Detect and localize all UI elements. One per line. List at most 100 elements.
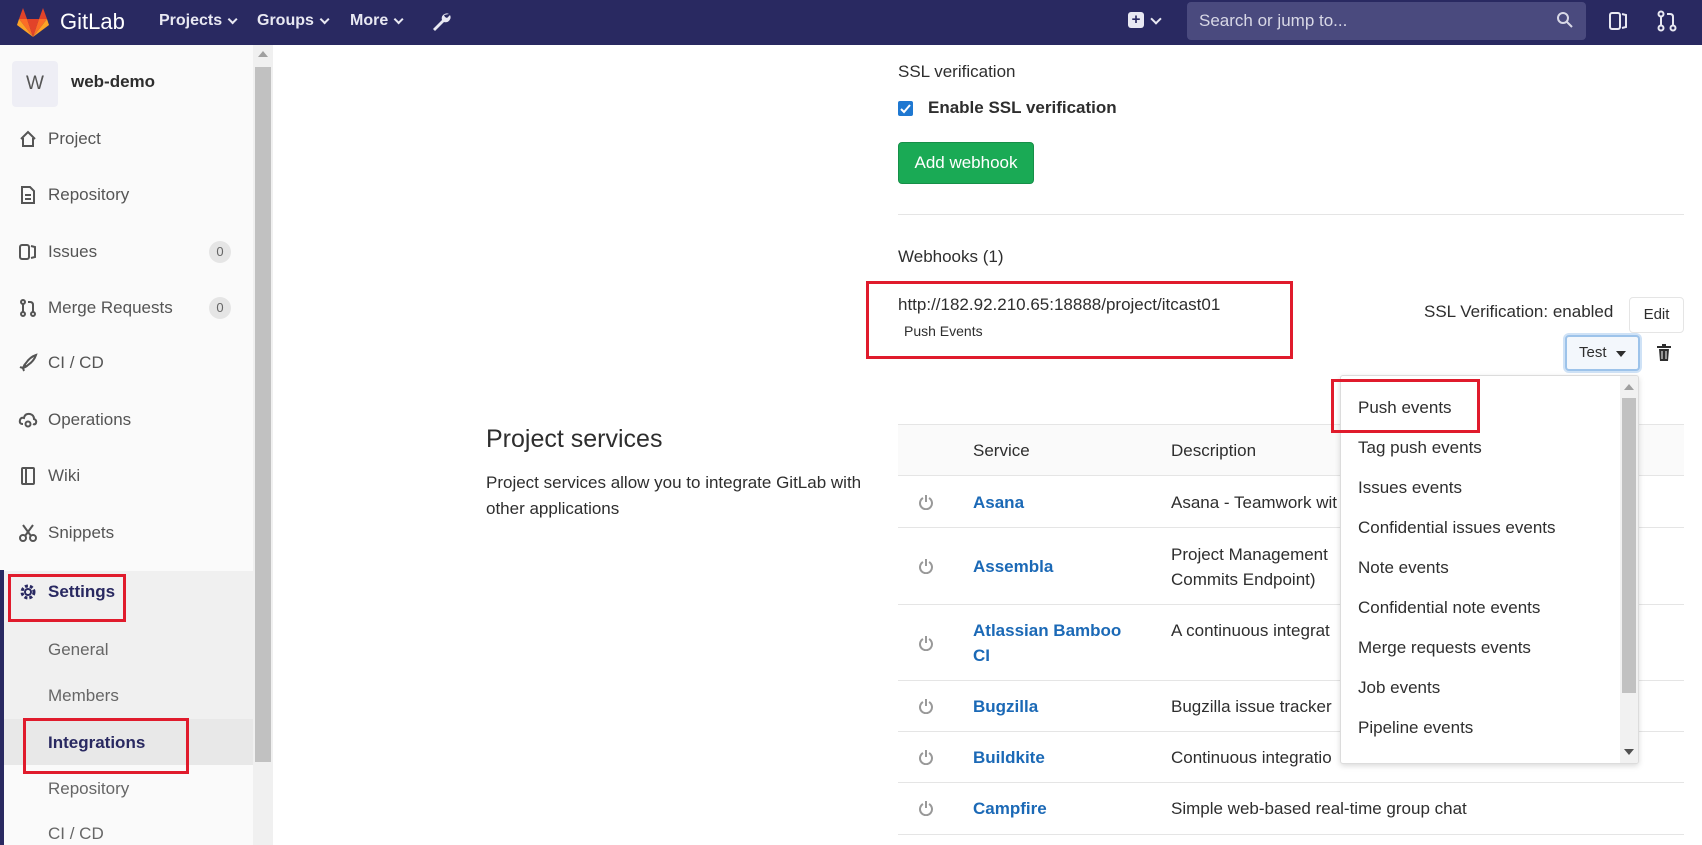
- ssl-heading: SSL verification: [898, 62, 1016, 81]
- sidebar-scrollbar[interactable]: [253, 45, 273, 845]
- book-icon: [21, 467, 35, 485]
- sidebar-sub-general[interactable]: General: [48, 640, 108, 660]
- scroll-up-arrow-icon[interactable]: [258, 51, 268, 57]
- sidebar-item-label: CI / CD: [48, 353, 104, 372]
- service-name-link[interactable]: Campfire: [973, 796, 1133, 821]
- project-sidebar: W web-demo Project Repository Issues 0 M…: [0, 45, 273, 845]
- sidebar-item-label: Wiki: [48, 466, 81, 485]
- issues-icon: [19, 244, 36, 260]
- power-icon: [919, 636, 933, 651]
- sidebar-item-label: Operations: [48, 410, 132, 429]
- chevron-down-icon: [393, 14, 404, 25]
- sidebar-item-ci-cd[interactable]: CI / CD: [0, 339, 253, 387]
- sidebar-item-label: Project: [48, 129, 101, 148]
- sidebar-item-project[interactable]: Project: [0, 115, 253, 163]
- trash-icon[interactable]: [1656, 344, 1672, 362]
- merge-request-icon: [20, 299, 36, 317]
- dropdown-item-issues-events[interactable]: Issues events: [1358, 478, 1462, 498]
- service-description: Project Management Commits Endpoint): [1171, 545, 1328, 589]
- caret-down-icon: [1616, 351, 1626, 357]
- column-header-service: Service: [973, 441, 1030, 460]
- service-name-link[interactable]: Assembla: [973, 554, 1133, 579]
- gitlab-logo-icon[interactable]: [16, 6, 50, 38]
- wrench-icon[interactable]: [429, 10, 453, 34]
- merge-request-icon[interactable]: [1656, 10, 1678, 32]
- service-name-link[interactable]: Bugzilla: [973, 694, 1133, 719]
- power-icon: [919, 699, 933, 714]
- sidebar-item-snippets[interactable]: Snippets: [0, 509, 253, 557]
- home-icon: [20, 130, 36, 147]
- service-name-link[interactable]: Buildkite: [973, 745, 1133, 770]
- issues-icon[interactable]: [1608, 10, 1630, 32]
- ssl-checkbox[interactable]: [898, 101, 913, 116]
- dropdown-scrollbar[interactable]: [1620, 376, 1638, 763]
- search-box[interactable]: [1187, 2, 1586, 40]
- nav-more-label: More: [350, 12, 389, 29]
- sidebar-item-merge-requests[interactable]: Merge Requests 0: [0, 284, 253, 332]
- ssl-status-text: SSL Verification: enabled: [1424, 302, 1614, 321]
- dropdown-item-push-events[interactable]: Push events: [1358, 398, 1452, 418]
- project-services-title: Project services: [486, 425, 663, 453]
- sidebar-item-issues[interactable]: Issues 0: [0, 228, 253, 276]
- sidebar-item-label: Settings: [48, 582, 116, 601]
- project-avatar[interactable]: W: [12, 61, 58, 107]
- nav-groups[interactable]: Groups: [257, 12, 330, 30]
- sidebar-item-repository[interactable]: Repository: [0, 171, 253, 219]
- nav-projects[interactable]: Projects: [159, 12, 238, 30]
- power-icon: [919, 750, 933, 765]
- test-webhook-button[interactable]: Test: [1565, 335, 1640, 371]
- search-icon: [1557, 12, 1573, 28]
- add-webhook-button[interactable]: Add webhook: [898, 142, 1034, 184]
- scrollbar-thumb[interactable]: [1622, 398, 1636, 693]
- nav-groups-label: Groups: [257, 12, 314, 29]
- scroll-up-arrow-icon[interactable]: [1624, 384, 1634, 390]
- count-badge: 0: [209, 241, 231, 263]
- dropdown-item-pipeline-events[interactable]: Pipeline events: [1358, 718, 1473, 738]
- dropdown-item-confidential-note-events[interactable]: Confidential note events: [1358, 598, 1540, 618]
- sidebar-sub-repository[interactable]: Repository: [48, 779, 129, 799]
- edit-webhook-button[interactable]: Edit: [1629, 297, 1684, 333]
- highlight-webhook: [866, 281, 1293, 359]
- test-events-dropdown: Push events Tag push events Issues event…: [1340, 375, 1639, 764]
- divider: [898, 214, 1684, 215]
- nav-more[interactable]: More: [350, 12, 404, 30]
- scroll-down-arrow-icon[interactable]: [1624, 749, 1634, 755]
- active-indicator: [0, 570, 4, 845]
- search-input[interactable]: [1187, 2, 1586, 40]
- sidebar-sub-ci-cd[interactable]: CI / CD: [48, 824, 104, 844]
- sidebar-sub-integrations[interactable]: Integrations: [48, 733, 145, 753]
- sidebar-item-label: Snippets: [48, 523, 115, 542]
- dropdown-item-merge-requests-events[interactable]: Merge requests events: [1358, 638, 1531, 658]
- sidebar-item-label: Issues: [48, 242, 98, 261]
- dropdown-item-job-events[interactable]: Job events: [1358, 678, 1440, 698]
- scrollbar-thumb[interactable]: [255, 67, 271, 762]
- brand-name[interactable]: GitLab: [60, 9, 125, 35]
- dropdown-item-tag-push-events[interactable]: Tag push events: [1358, 438, 1482, 458]
- dropdown-item-confidential-issues-events[interactable]: Confidential issues events: [1358, 518, 1556, 538]
- rocket-icon: [19, 353, 38, 372]
- service-name-link[interactable]: Asana: [973, 490, 1133, 515]
- top-navbar: GitLab Projects Groups More +: [0, 0, 1702, 45]
- power-icon: [919, 559, 933, 574]
- power-icon: [919, 495, 933, 510]
- cloud-gear-icon: [18, 412, 38, 428]
- new-plus-icon[interactable]: +: [1128, 12, 1144, 28]
- nav-projects-label: Projects: [159, 12, 223, 29]
- sidebar-item-operations[interactable]: Operations: [0, 396, 253, 444]
- sidebar-item-label: Merge Requests: [48, 298, 173, 317]
- webhooks-heading: Webhooks (1): [898, 247, 1004, 266]
- service-name-link[interactable]: Atlassian Bamboo CI: [973, 618, 1133, 668]
- file-icon: [21, 186, 35, 204]
- sidebar-sub-members[interactable]: Members: [48, 686, 119, 706]
- gear-icon: [20, 584, 36, 600]
- sidebar-item-label: Repository: [48, 185, 130, 204]
- dropdown-item-note-events[interactable]: Note events: [1358, 558, 1449, 578]
- sidebar-item-wiki[interactable]: Wiki: [0, 452, 253, 500]
- table-row[interactable]: Campfire Simple web-based real-time grou…: [898, 783, 1684, 835]
- webhook-trigger-badge: Push Events: [898, 321, 989, 341]
- ssl-checkbox-label[interactable]: Enable SSL verification: [928, 98, 1117, 118]
- chevron-down-icon: [319, 14, 330, 25]
- chevron-down-icon[interactable]: [1150, 13, 1162, 25]
- project-name[interactable]: web-demo: [71, 72, 155, 92]
- test-button-label: Test: [1579, 344, 1607, 361]
